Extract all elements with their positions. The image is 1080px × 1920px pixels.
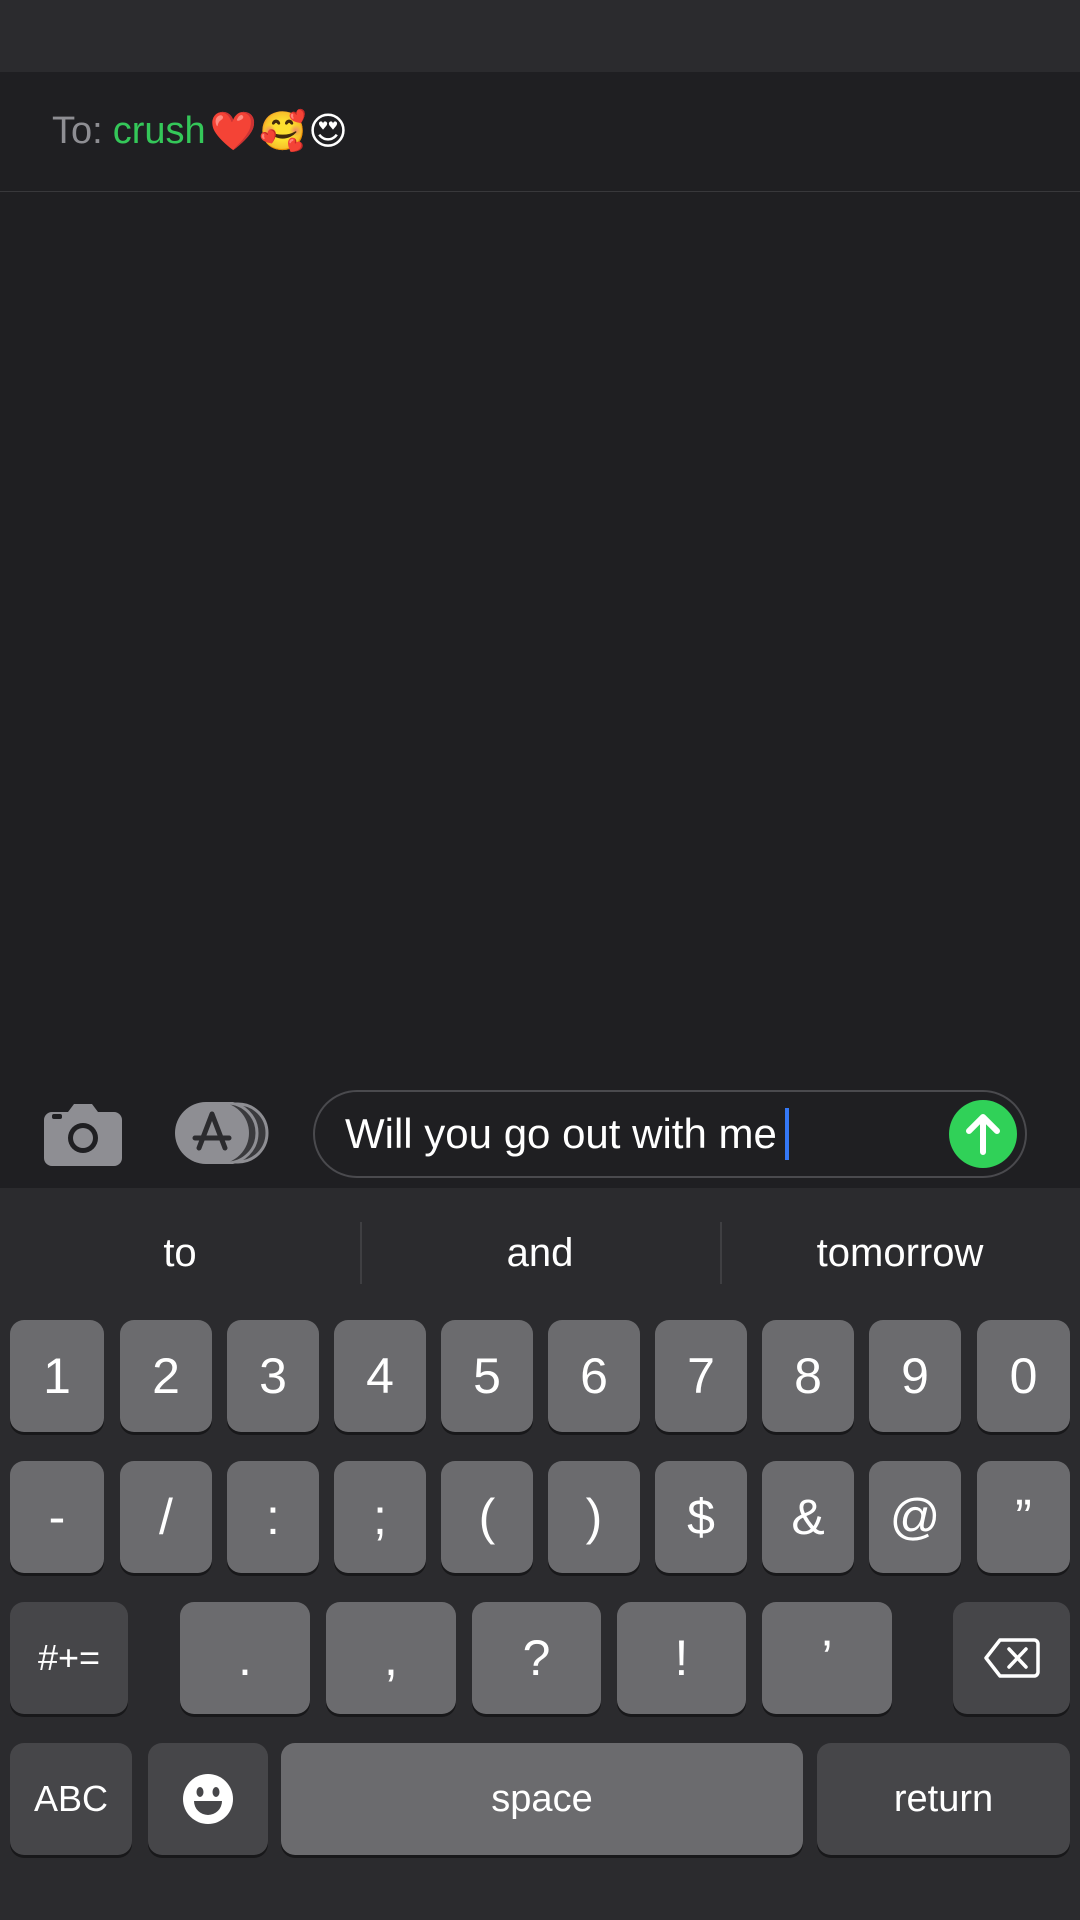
space-key[interactable]: space: [281, 1743, 803, 1855]
key-colon[interactable]: :: [227, 1461, 319, 1573]
key-9[interactable]: 9: [869, 1320, 961, 1432]
key-2[interactable]: 2: [120, 1320, 212, 1432]
suggestion-tomorrow[interactable]: tomorrow: [720, 1188, 1080, 1318]
keyboard: to and tomorrow 1 2 3 4 5 6 7 8 9 0 - / …: [0, 1188, 1080, 1920]
app-store-icon[interactable]: [175, 1101, 269, 1165]
key-comma[interactable]: ,: [326, 1602, 456, 1714]
recipient-emojis: ❤️🥰😍: [209, 111, 350, 153]
text-caret: [784, 1108, 789, 1160]
key-quote[interactable]: ”: [977, 1461, 1070, 1573]
key-slash[interactable]: /: [120, 1461, 212, 1573]
key-dollar[interactable]: $: [655, 1461, 747, 1573]
key-question[interactable]: ?: [472, 1602, 601, 1714]
status-bar: [0, 0, 1080, 72]
key-6[interactable]: 6: [548, 1320, 640, 1432]
key-8[interactable]: 8: [762, 1320, 854, 1432]
key-abc[interactable]: ABC: [10, 1743, 132, 1855]
key-1[interactable]: 1: [10, 1320, 104, 1432]
key-exclamation[interactable]: !: [617, 1602, 746, 1714]
predictive-bar: to and tomorrow: [0, 1188, 1080, 1318]
key-7[interactable]: 7: [655, 1320, 747, 1432]
key-hyphen[interactable]: -: [10, 1461, 104, 1573]
delete-key[interactable]: [953, 1602, 1070, 1714]
suggestion-and[interactable]: and: [360, 1188, 720, 1318]
key-period[interactable]: .: [180, 1602, 310, 1714]
key-4[interactable]: 4: [334, 1320, 426, 1432]
compose-bar: Will you go out with me: [0, 1088, 1080, 1188]
key-semicolon[interactable]: ;: [334, 1461, 426, 1573]
key-ampersand[interactable]: &: [762, 1461, 854, 1573]
key-apostrophe[interactable]: ’: [762, 1602, 892, 1714]
key-open-paren[interactable]: (: [441, 1461, 533, 1573]
backspace-icon: [983, 1638, 1040, 1678]
key-0[interactable]: 0: [977, 1320, 1070, 1432]
camera-icon[interactable]: [44, 1104, 122, 1166]
recipient-name[interactable]: crush: [113, 110, 206, 153]
key-close-paren[interactable]: ): [548, 1461, 640, 1573]
message-input[interactable]: Will you go out with me: [313, 1090, 1027, 1178]
key-symbols[interactable]: #+=: [10, 1602, 128, 1714]
key-5[interactable]: 5: [441, 1320, 533, 1432]
message-text: Will you go out with me: [345, 1110, 777, 1157]
key-3[interactable]: 3: [227, 1320, 319, 1432]
recipient-bar[interactable]: To: crush ❤️🥰😍: [0, 72, 1080, 192]
emoji-key[interactable]: [148, 1743, 268, 1855]
arrow-up-icon: [966, 1114, 1000, 1155]
emoji-icon: [183, 1774, 233, 1824]
return-key[interactable]: return: [817, 1743, 1070, 1855]
suggestion-to[interactable]: to: [0, 1188, 360, 1318]
key-at[interactable]: @: [869, 1461, 961, 1573]
send-button[interactable]: [949, 1100, 1017, 1168]
to-label: To:: [52, 110, 103, 152]
message-thread: [0, 193, 1080, 1088]
